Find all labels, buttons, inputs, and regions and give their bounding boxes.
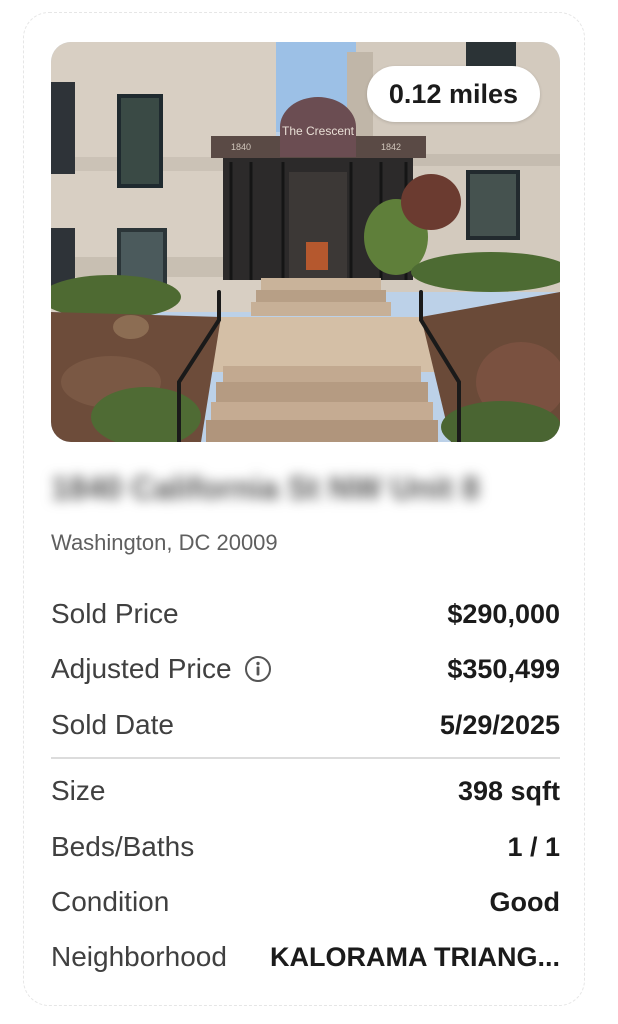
neighborhood-row: Neighborhood KALORAMA TRIANG... xyxy=(51,937,560,977)
neighborhood-value: KALORAMA TRIANG... xyxy=(270,941,560,972)
sold-price-row: Sold Price $290,000 xyxy=(51,594,560,634)
section-divider xyxy=(51,757,560,759)
sold-price-value: $290,000 xyxy=(447,598,560,629)
condition-row: Condition Good xyxy=(51,882,560,922)
info-icon[interactable] xyxy=(244,655,272,683)
size-row: Size 398 sqft xyxy=(51,771,560,811)
sold-price-label: Sold Price xyxy=(51,598,179,629)
condition-label: Condition xyxy=(51,886,170,917)
beds-baths-value: 1 / 1 xyxy=(507,831,560,862)
property-photo[interactable]: The Crescent 1840 1842 0.12 miles xyxy=(51,42,560,442)
adjusted-price-value: $350,499 xyxy=(447,653,560,684)
beds-baths-label: Beds/Baths xyxy=(51,831,195,862)
adjusted-price-row: Adjusted Price $350,499 xyxy=(51,649,560,689)
sold-date-row: Sold Date 5/29/2025 xyxy=(51,705,560,745)
address-city: Washington, DC 20009 xyxy=(51,530,278,555)
condition-value: Good xyxy=(489,886,560,917)
beds-baths-row: Beds/Baths 1 / 1 xyxy=(51,827,560,867)
size-value: 398 sqft xyxy=(457,775,560,806)
neighborhood-label: Neighborhood xyxy=(51,941,227,972)
sold-date-value: 5/29/2025 xyxy=(439,709,560,740)
address-street[interactable]: 1840 California St NW Unit 8 xyxy=(51,470,480,507)
adjusted-price-label-group: Adjusted Price xyxy=(51,653,272,685)
sold-date-label: Sold Date xyxy=(51,709,174,740)
building-sign-text: The Crescent xyxy=(282,124,355,138)
distance-badge: 0.12 miles xyxy=(366,66,540,122)
building-number-left: 1840 xyxy=(231,142,251,152)
adjusted-price-label: Adjusted Price xyxy=(51,653,232,684)
size-label: Size xyxy=(51,775,106,806)
building-number-right: 1842 xyxy=(381,142,401,152)
